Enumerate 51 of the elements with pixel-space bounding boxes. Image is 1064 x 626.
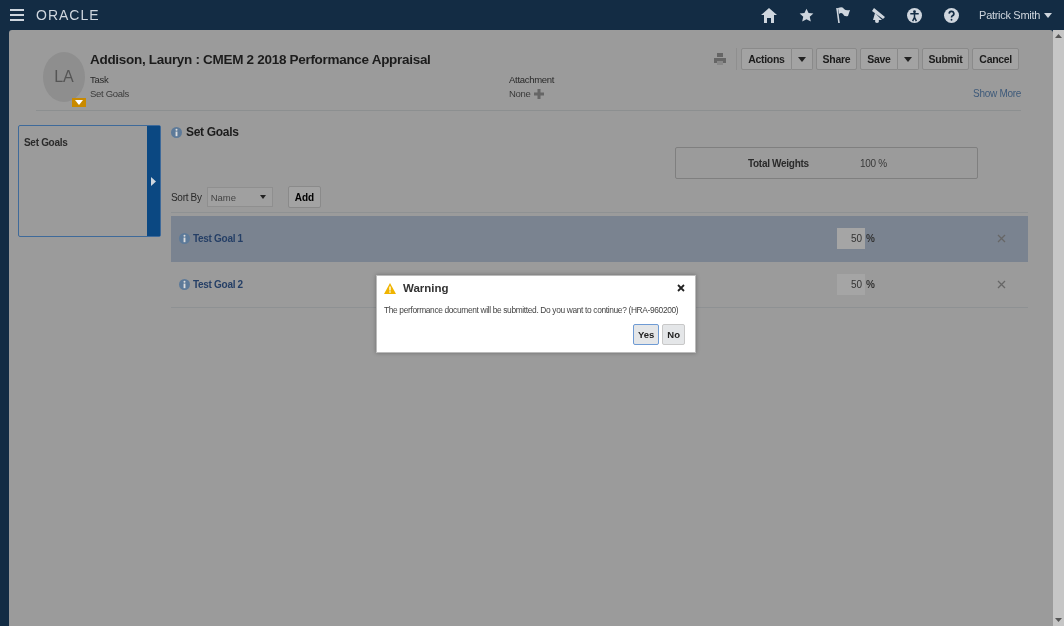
user-menu[interactable]: Patrick Smith	[979, 9, 1052, 21]
task-label: Task	[90, 74, 110, 85]
scrollbar[interactable]	[1053, 30, 1064, 626]
accessibility-icon[interactable]	[907, 7, 923, 23]
dialog-button[interactable]: Yes	[632, 324, 660, 345]
document-title: Addison, Lauryn : CMEM 2 2018 Performance Appraisal	[90, 51, 431, 67]
caret-icon	[903, 56, 912, 62]
info-icon[interactable]	[179, 233, 190, 244]
weight-field[interactable]: 50	[837, 228, 866, 249]
toolbar-button[interactable]: Submit	[921, 48, 970, 70]
dialog-title: Warning	[403, 282, 449, 294]
toolbar-button[interactable]: Actions	[741, 48, 792, 70]
section-title: Set Goals	[186, 125, 239, 139]
total-weights-value: 100 %	[860, 157, 887, 169]
attachment-label: Attachment	[509, 74, 555, 85]
brand-logo[interactable]: ORACLE	[36, 7, 100, 23]
toolbar-button[interactable]: Cancel	[972, 48, 1019, 70]
total-weights-label: Total Weights	[748, 157, 810, 169]
close-icon[interactable]	[677, 284, 685, 292]
info-icon[interactable]	[179, 279, 190, 290]
scroll-up-icon[interactable]	[1055, 34, 1062, 38]
dropdown-button[interactable]	[791, 48, 813, 70]
dialog-button[interactable]: No	[662, 324, 685, 345]
warning-icon	[384, 282, 396, 294]
dropdown-button[interactable]	[897, 48, 919, 70]
dropdown-icon[interactable]	[72, 98, 86, 107]
caret-icon	[259, 195, 266, 199]
percent-sign: %	[866, 279, 875, 290]
sort-select[interactable]: Name	[206, 187, 273, 207]
sort-label: Sort By	[171, 191, 202, 203]
menu-icon[interactable]	[10, 9, 24, 21]
weight-field[interactable]: 50	[837, 274, 866, 295]
dialog-message: The performance document will be submitted. Do you want to continue? (HRA-960200)	[384, 304, 680, 316]
home-icon[interactable]	[761, 7, 778, 23]
info-icon[interactable]	[171, 126, 182, 138]
attachment-value: None	[509, 88, 531, 99]
caret-icon	[1044, 12, 1052, 18]
toolbar-button[interactable]: Save	[860, 48, 898, 70]
scroll-down-icon[interactable]	[1055, 618, 1062, 622]
percent-sign: %	[866, 233, 875, 244]
star-icon[interactable]	[799, 7, 815, 23]
caret-icon	[797, 56, 806, 62]
help-icon[interactable]	[944, 7, 960, 23]
goal-row[interactable]: Test Goal 1 50 %	[171, 216, 1028, 262]
flag-icon[interactable]	[836, 7, 851, 23]
goal-link[interactable]: Test Goal 2	[193, 279, 243, 290]
avatar: LA	[43, 52, 85, 102]
task-value: Set Goals	[90, 88, 130, 99]
expand-handle[interactable]	[147, 126, 160, 236]
toolbar-button[interactable]: Share	[815, 48, 858, 70]
add-button[interactable]: Add	[287, 186, 322, 208]
